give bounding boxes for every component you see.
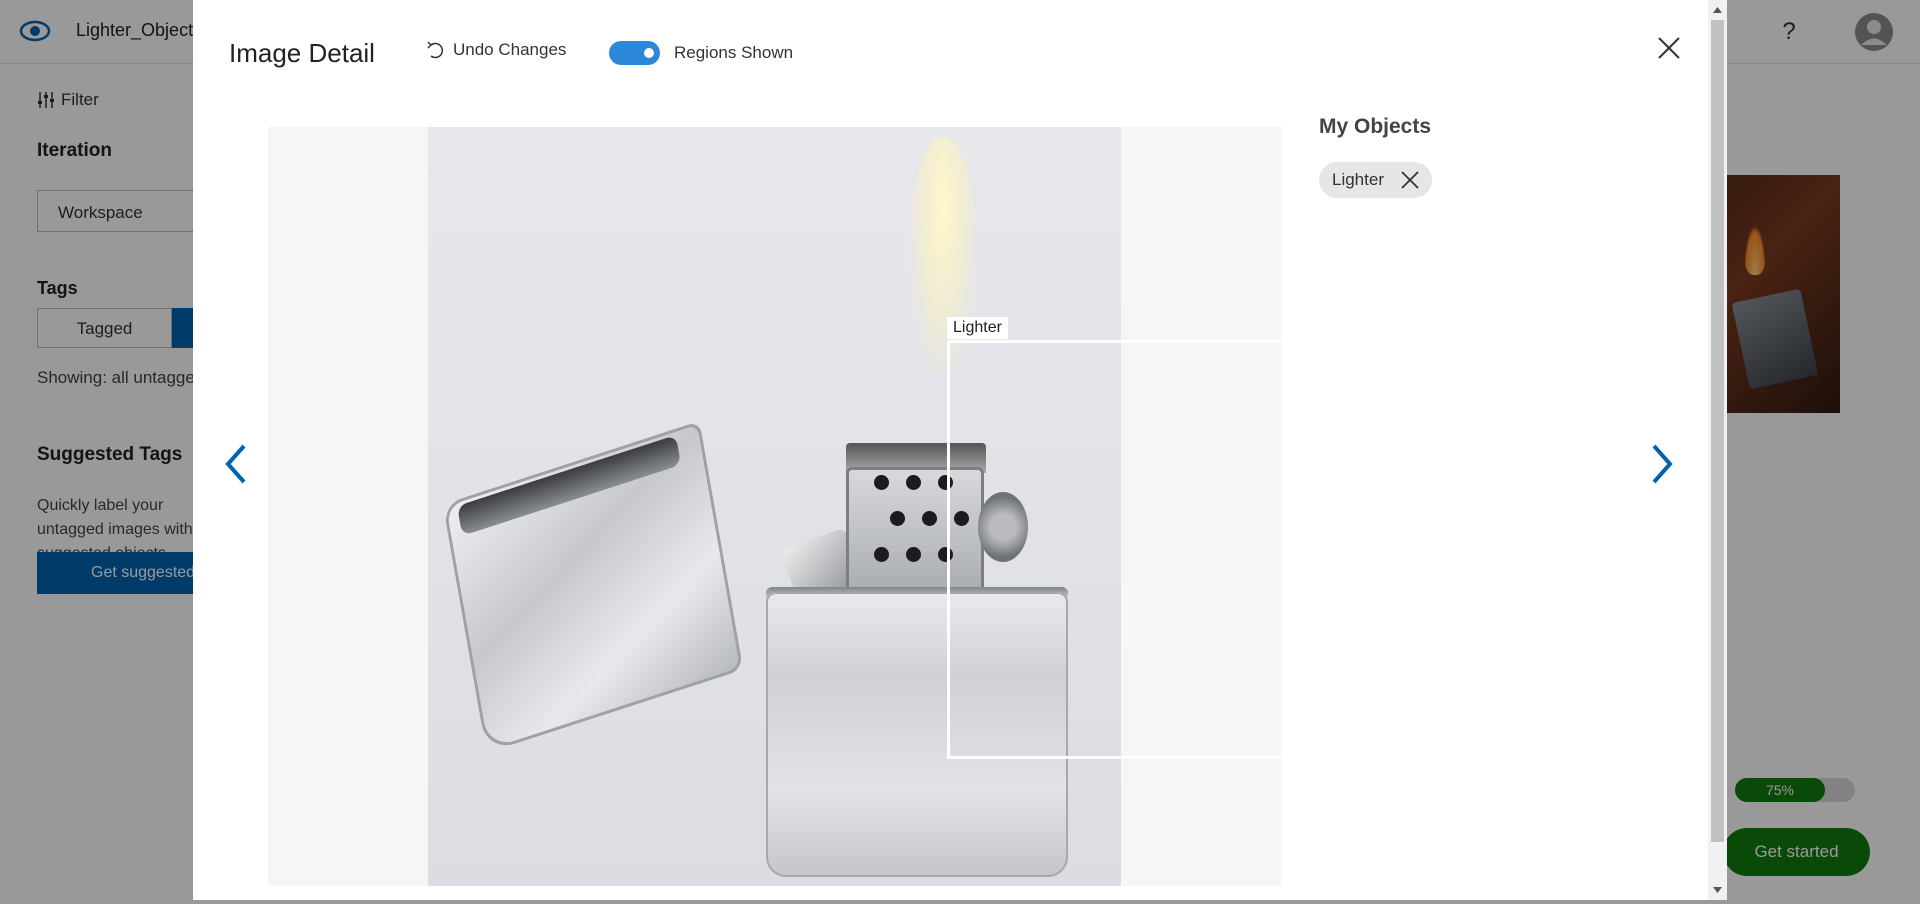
scroll-thumb[interactable] [1711,20,1724,842]
region-bounding-box[interactable] [947,340,1313,759]
chevron-right-icon[interactable] [1648,443,1676,485]
image-detail-dialog: Image Detail Undo Changes Regions Shown [193,0,1727,900]
dialog-title: Image Detail [229,38,375,68]
dialog-scrollbar[interactable] [1708,0,1727,900]
my-objects-title: My Objects [1319,115,1432,138]
object-tag-label: Lighter [1332,170,1384,189]
object-tag-chip: Lighter [1319,162,1432,198]
undo-icon [427,41,444,59]
close-icon[interactable] [1656,35,1682,61]
scroll-down-icon[interactable] [1708,880,1727,898]
close-icon[interactable] [1400,170,1420,190]
regions-toggle[interactable] [609,41,660,65]
scroll-up-icon[interactable] [1708,2,1727,20]
toggle-knob [644,48,654,58]
regions-toggle-group: Regions Shown [609,41,793,65]
undo-label: Undo Changes [453,40,567,59]
lighter-lid [442,420,744,754]
chevron-left-icon[interactable] [222,443,250,485]
undo-changes-button[interactable]: Undo Changes [425,40,566,60]
regions-label: Regions Shown [674,43,794,62]
region-tag-label[interactable]: Lighter [947,317,1008,339]
